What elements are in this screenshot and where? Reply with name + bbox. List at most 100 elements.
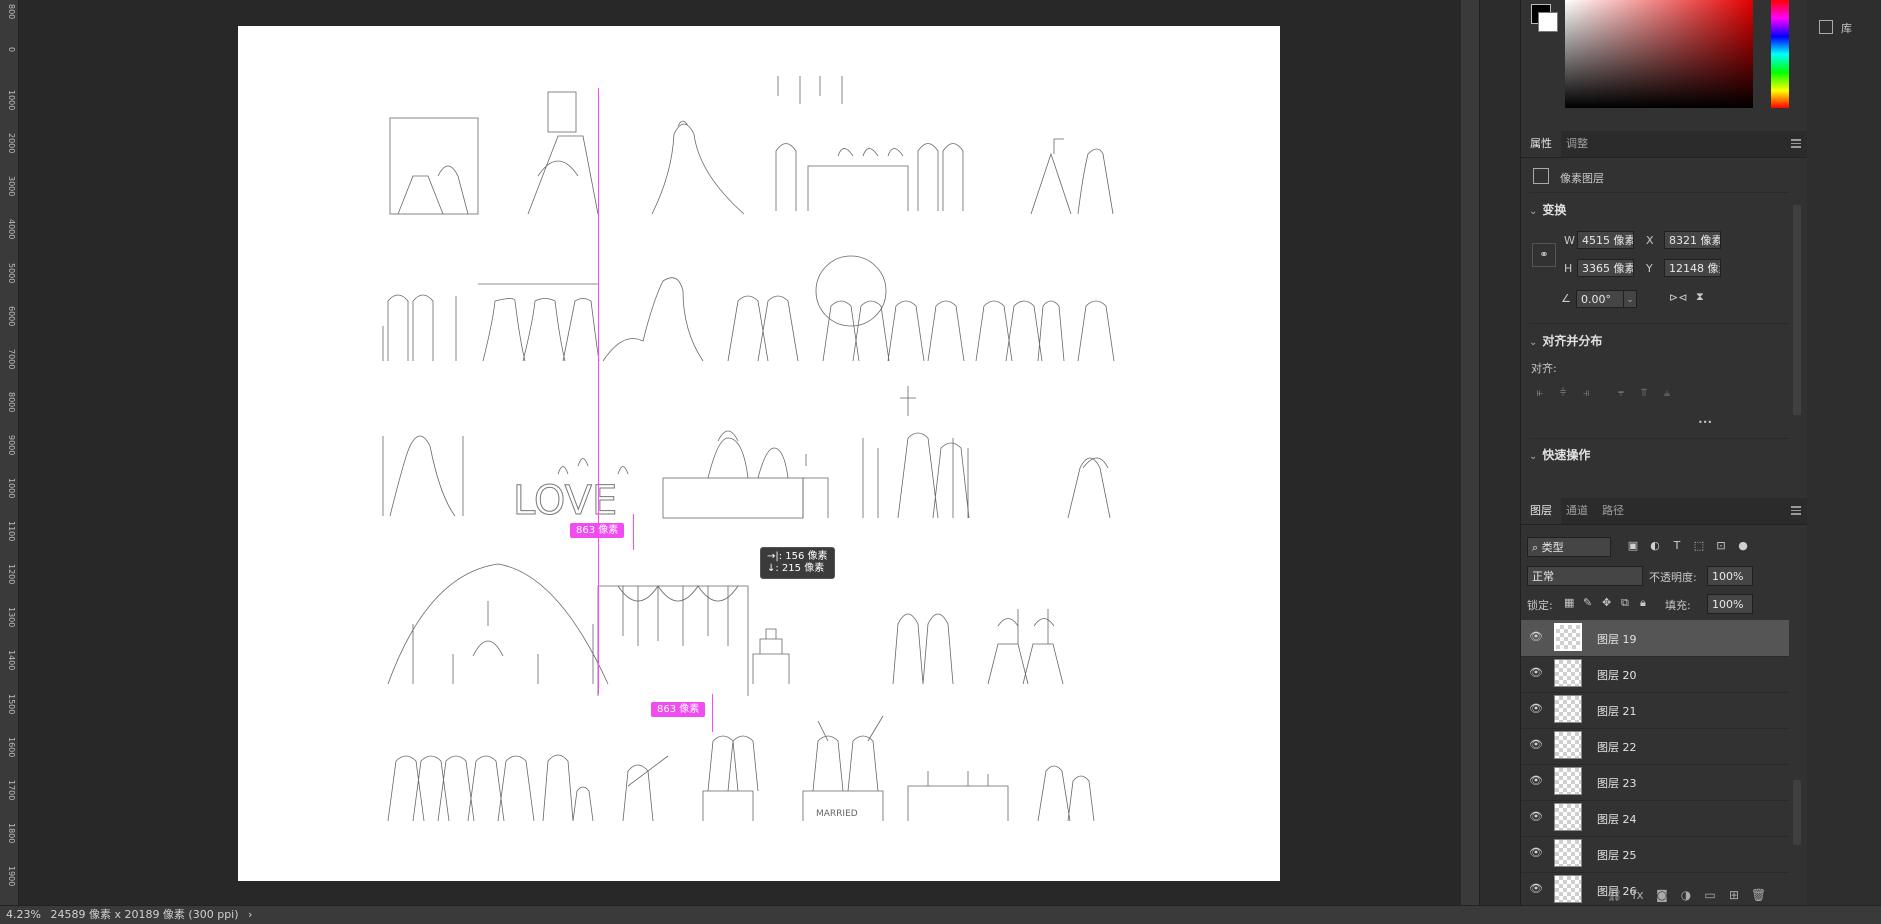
visibility-eye-icon[interactable]: 👁︎ <box>1529 667 1543 679</box>
filter-shape-icon[interactable]: ⬚ <box>1691 538 1707 554</box>
width-field[interactable]: 4515 像素 <box>1577 231 1634 249</box>
fx-icon[interactable]: fx <box>1631 888 1645 902</box>
align-bottom-icon[interactable]: ⫨ <box>1661 387 1673 399</box>
side-dock: 库 <box>1807 0 1881 905</box>
angle-dropdown-icon[interactable]: ⌄ <box>1623 290 1637 308</box>
background-color-swatch[interactable] <box>1538 12 1558 32</box>
angle-icon: ∠ <box>1561 292 1571 305</box>
align-right-icon[interactable]: ⫣ <box>1580 387 1592 399</box>
properties-scrollbar[interactable] <box>1793 205 1801 415</box>
align-top-icon[interactable]: ⫧ <box>1615 387 1627 399</box>
link-icon[interactable]: ⛓ <box>1607 888 1622 902</box>
blend-mode-select[interactable]: 正常 <box>1527 566 1643 586</box>
transform-section-title[interactable]: ⌄ 变换 <box>1529 201 1566 218</box>
layer-row[interactable]: 👁︎ 图层 24 <box>1521 800 1789 837</box>
align-section-title[interactable]: ⌄ 对齐并分布 <box>1529 332 1602 349</box>
flip-vertical-icon[interactable]: ⧗ <box>1696 290 1704 304</box>
ruler-tick-label: 1000 <box>7 478 16 499</box>
mask-icon[interactable]: ◙ <box>1655 888 1669 902</box>
zoom-level[interactable]: 4.23% <box>6 908 41 921</box>
layer-row[interactable]: 👁︎ 图层 23 <box>1521 764 1789 801</box>
layer-thumbnail <box>1554 803 1582 831</box>
tab-paths[interactable]: 路径 <box>1593 498 1633 524</box>
transform-title: 变换 <box>1542 203 1567 217</box>
status-arrow-icon[interactable]: › <box>248 908 252 921</box>
divider <box>1529 323 1789 324</box>
layer-thumbnail <box>1554 839 1582 867</box>
ruler-tick-label: 1600 <box>7 736 16 757</box>
panel-menu-icon[interactable] <box>1791 139 1801 148</box>
more-options-icon[interactable]: ••• <box>1698 418 1712 427</box>
filter-pixel-icon[interactable]: ▣ <box>1625 538 1641 554</box>
filter-smart-object-icon[interactable]: ⊡ <box>1713 538 1729 554</box>
libraries-label[interactable]: 库 <box>1841 20 1852 36</box>
lock-label: 锁定: <box>1527 599 1553 612</box>
visibility-eye-icon[interactable]: 👁︎ <box>1529 811 1543 823</box>
document-canvas[interactable]: LOVE MARRIED 863 像素 863 像素 →|: 156 像素 ↓:… <box>238 26 1280 881</box>
align-left-icon[interactable]: ⫦ <box>1534 387 1546 399</box>
link-dimensions-icon[interactable]: ⚭ <box>1532 243 1556 267</box>
layer-row[interactable]: 👁︎ 图层 20 <box>1521 656 1789 693</box>
layer-thumbnail <box>1554 731 1582 759</box>
lock-position-icon[interactable]: ✥ <box>1602 596 1611 609</box>
measure-arrow-bottom <box>712 694 713 732</box>
filter-adjustment-icon[interactable]: ◐ <box>1647 538 1663 554</box>
layers-panel-menu-icon[interactable] <box>1791 506 1801 515</box>
filter-type-icon[interactable]: T <box>1669 538 1685 554</box>
hue-slider[interactable] <box>1771 0 1789 108</box>
wedding-line-drawings: LOVE MARRIED <box>382 76 1115 822</box>
layer-row[interactable]: 👁︎ 图层 19 <box>1521 620 1789 657</box>
angle-field[interactable]: 0.00° <box>1576 290 1624 308</box>
visibility-eye-icon[interactable]: 👁︎ <box>1529 847 1543 859</box>
layers-scrollbar[interactable] <box>1793 780 1801 845</box>
tab-adjustments[interactable]: 调整 <box>1557 131 1597 157</box>
lock-artboard-icon[interactable]: ⧉ <box>1621 596 1629 610</box>
visibility-eye-icon[interactable]: 👁︎ <box>1529 703 1543 715</box>
quick-actions-title[interactable]: ⌄ 快速操作 <box>1529 446 1590 463</box>
height-field[interactable]: 3365 像素 <box>1577 259 1634 277</box>
canvas-scrollbar[interactable] <box>1461 0 1479 905</box>
align-center-horizontal-icon[interactable]: ⫩ <box>1557 387 1569 399</box>
new-layer-icon[interactable]: ⊞ <box>1727 888 1741 902</box>
lock-all-icon[interactable]: 🔒︎ <box>1640 596 1646 610</box>
lock-image-icon[interactable]: ✎ <box>1583 596 1592 609</box>
layer-filter-select[interactable]: ⌕ 类型 <box>1527 537 1611 557</box>
filter-toggle-icon[interactable]: ● <box>1735 538 1751 554</box>
tab-properties[interactable]: 属性 <box>1521 131 1561 157</box>
ruler-tick-label: 1000 <box>7 90 16 111</box>
y-field[interactable]: 12148 像素 <box>1664 259 1721 277</box>
adjustment-icon[interactable]: ◑ <box>1679 888 1693 902</box>
trash-icon[interactable]: 🗑︎ <box>1751 888 1766 902</box>
x-field[interactable]: 8321 像素 <box>1664 231 1721 249</box>
canvas-area[interactable]: LOVE MARRIED 863 像素 863 像素 →|: 156 像素 ↓:… <box>19 0 1461 905</box>
visibility-eye-icon[interactable]: 👁︎ <box>1529 631 1543 643</box>
filter-kind-value: 类型 <box>1541 541 1564 554</box>
properties-tab-bar: 属性 调整 <box>1521 131 1807 158</box>
vertical-ruler[interactable]: 800 0 1000 2000 3000 4000 5000 6000 7000 8000 9000… <box>0 0 19 905</box>
layer-row[interactable]: 👁︎ 图层 25 <box>1521 836 1789 873</box>
quick-actions-label: 快速操作 <box>1542 448 1591 462</box>
document-info[interactable]: 24589 像素 x 20189 像素 (300 ppi) <box>50 908 238 921</box>
color-field[interactable] <box>1565 0 1753 108</box>
libraries-icon[interactable] <box>1819 20 1833 34</box>
right-panel: 属性 调整 像素图层 ⌄ 变换 ⚭ W 4515 像素 X 8321 像素 H 3… <box>1520 0 1808 905</box>
x-label: X <box>1646 234 1654 247</box>
tab-layers[interactable]: 图层 <box>1521 498 1561 524</box>
tab-channels[interactable]: 通道 <box>1557 498 1597 524</box>
layer-row[interactable]: 👁︎ 图层 21 <box>1521 692 1789 729</box>
folder-icon[interactable]: ▭ <box>1703 888 1717 902</box>
visibility-eye-icon[interactable]: 👁︎ <box>1529 883 1543 895</box>
layer-row[interactable]: 👁︎ 图层 22 <box>1521 728 1789 765</box>
layer-name: 图层 21 <box>1597 705 1637 718</box>
align-middle-vertical-icon[interactable]: ⫪ <box>1638 387 1650 399</box>
lock-transparent-icon[interactable]: ▦ <box>1564 596 1574 609</box>
visibility-eye-icon[interactable]: 👁︎ <box>1529 739 1543 751</box>
divider <box>1529 438 1789 439</box>
visibility-eye-icon[interactable]: 👁︎ <box>1529 775 1543 787</box>
fill-label: 填充: <box>1665 599 1691 612</box>
align-title: 对齐并分布 <box>1542 334 1603 348</box>
flip-horizontal-icon[interactable]: ⊳⊲ <box>1669 291 1687 304</box>
layer-name: 图层 23 <box>1597 777 1637 790</box>
opacity-field[interactable]: 100% <box>1707 566 1753 586</box>
fill-field[interactable]: 100% <box>1707 594 1753 614</box>
